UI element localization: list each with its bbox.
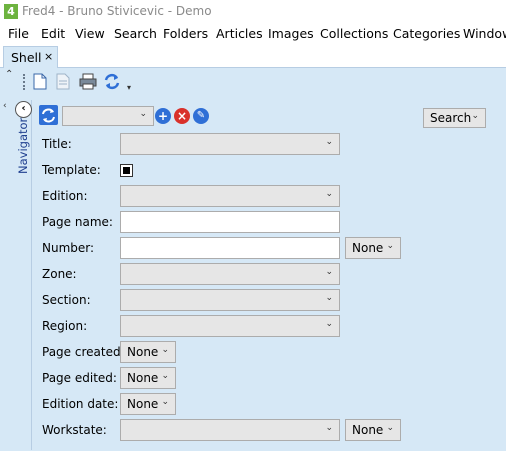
menu-images[interactable]: Images [268,26,314,41]
chevron-down-icon: ⌄ [161,371,169,381]
page-created-select[interactable]: None ⌄ [120,341,176,363]
chevron-left-icon[interactable]: ‹ [3,101,7,111]
toolbar-grip[interactable] [23,74,26,90]
section-select[interactable]: ⌄ [120,289,340,311]
workstate-operator-value: None [352,423,384,437]
chevron-down-icon: ⌄ [386,241,394,251]
workstate-select[interactable]: ⌄ [120,419,340,441]
toolbar-overflow-icon[interactable]: ▾ [127,83,131,92]
tab-close-icon[interactable]: × [44,50,53,63]
main-area: ‹ ‹ Navigator ⌄ + × ✎ Search ⌄ Title: ⌄ … [0,96,506,451]
menu-articles[interactable]: Articles [216,26,263,41]
app-icon: 4 [4,4,18,19]
chevron-down-icon: ⌄ [139,109,147,119]
chevron-down-icon: ⌄ [325,293,333,303]
title-label: Title: [42,137,72,151]
chevron-down-icon: ⌄ [161,345,169,355]
menu-window[interactable]: Window [463,26,506,41]
region-label: Region: [42,319,88,333]
edition-date-select[interactable]: None ⌄ [120,393,176,415]
search-form-panel: ⌄ + × ✎ Search ⌄ Title: ⌄ Template: Edit… [36,100,502,450]
zone-label: Zone: [42,267,77,281]
template-label: Template: [42,163,101,177]
chevron-down-icon: ⌄ [161,397,169,407]
page-created-label: Page created: [42,345,125,359]
menu-edit[interactable]: Edit [41,26,65,41]
title-select[interactable]: ⌄ [120,133,340,155]
search-button-label: Search [430,111,472,125]
region-select[interactable]: ⌄ [120,315,340,337]
saved-search-select[interactable]: ⌄ [62,106,154,126]
page-name-label: Page name: [42,215,113,229]
chevron-down-icon: ⌄ [325,189,333,199]
menu-collections[interactable]: Collections [320,26,388,41]
chevron-up-icon[interactable]: ⌃ [5,69,13,80]
number-input[interactable] [120,237,340,259]
workstate-label: Workstate: [42,423,107,437]
checkbox-mark [123,167,130,174]
menu-bar: File Edit View Search Folders Articles I… [0,23,506,45]
new-document-icon[interactable] [32,73,49,90]
refresh-icon[interactable] [103,73,120,90]
menu-file[interactable]: File [8,26,29,41]
navigator-label: Navigator [16,117,30,174]
add-icon[interactable]: + [155,108,171,124]
search-button[interactable]: Search ⌄ [423,108,486,128]
navigator-collapse-icon[interactable]: ‹ [15,101,32,118]
chevron-down-icon: ⌄ [325,423,333,433]
zone-select[interactable]: ⌄ [120,263,340,285]
menu-folders[interactable]: Folders [163,26,208,41]
edition-date-label: Edition date: [42,397,119,411]
workstate-operator-select[interactable]: None ⌄ [345,419,401,441]
number-operator-value: None [352,241,384,255]
menu-search[interactable]: Search [114,26,157,41]
section-label: Section: [42,293,91,307]
title-bar: 4 Fred4 - Bruno Stivicevic - Demo [0,0,506,23]
tab-shell[interactable]: Shell × [3,46,58,68]
number-label: Number: [42,241,95,255]
chevron-down-icon: ⌄ [325,137,333,147]
chevron-down-icon: ⌄ [325,267,333,277]
navigator-strip[interactable]: ‹ Navigator [14,100,32,450]
delete-icon[interactable]: × [174,108,190,124]
chevron-down-icon: ⌄ [386,423,394,433]
page-edited-label: Page edited: [42,371,117,385]
page-name-input[interactable] [120,211,340,233]
page-edited-value: None [127,371,159,385]
edition-date-value: None [127,397,159,411]
page-created-value: None [127,345,159,359]
number-operator-select[interactable]: None ⌄ [345,237,401,259]
edition-select[interactable]: ⌄ [120,185,340,207]
edit-icon[interactable]: ✎ [193,108,209,124]
refresh-search-button[interactable] [39,105,58,125]
window-title: Fred4 - Bruno Stivicevic - Demo [22,4,212,18]
menu-categories[interactable]: Categories [393,26,460,41]
open-document-icon[interactable] [55,73,72,90]
chevron-down-icon: ⌄ [471,111,479,121]
edition-label: Edition: [42,189,88,203]
print-icon[interactable] [79,73,97,90]
menu-view[interactable]: View [75,26,105,41]
tab-shell-label: Shell [11,50,42,65]
template-checkbox[interactable] [120,164,133,177]
chevron-down-icon: ⌄ [325,319,333,329]
toolbar: ⌃ ▾ [0,68,506,96]
page-edited-select[interactable]: None ⌄ [120,367,176,389]
tab-bar: Shell × [0,45,506,68]
